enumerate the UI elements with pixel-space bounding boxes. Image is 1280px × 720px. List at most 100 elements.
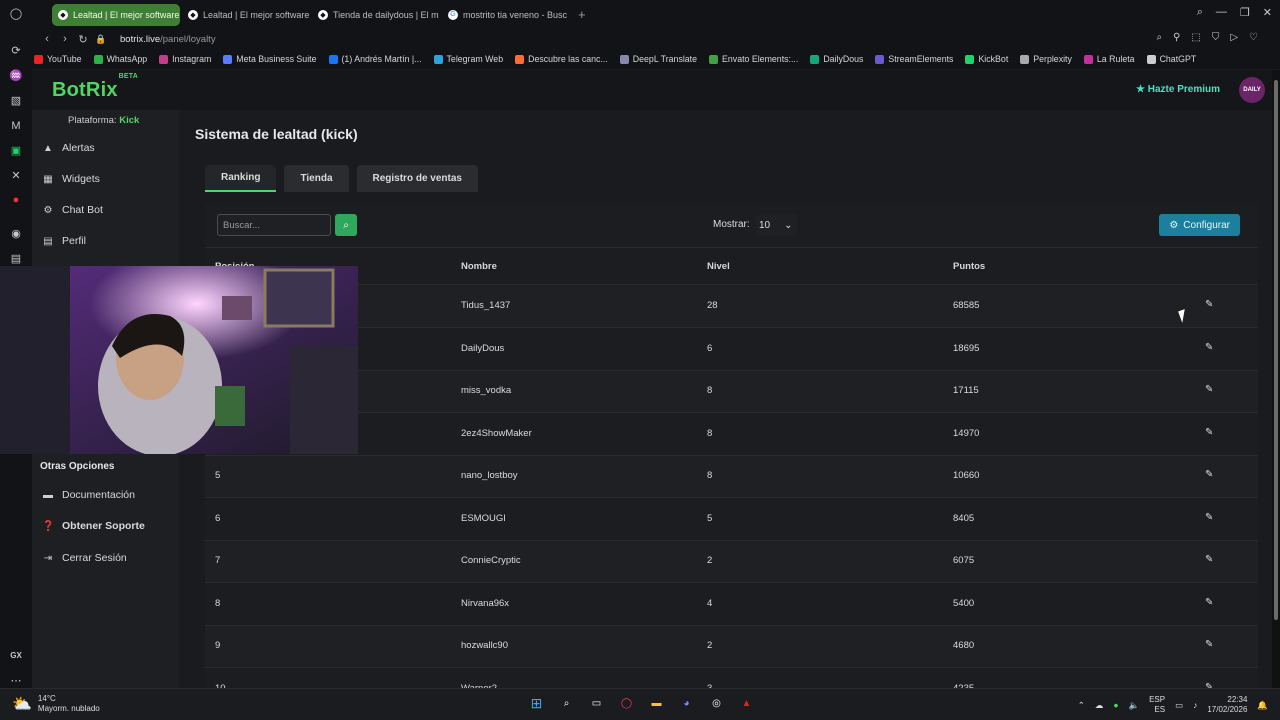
close-icon[interactable]: ✕: [1263, 6, 1272, 19]
pinboard-icon[interactable]: ▤: [8, 250, 24, 266]
cell-level: 6: [707, 342, 713, 354]
bookmark-item[interactable]: DeepL Translate: [619, 54, 697, 64]
bookmark-item[interactable]: YouTube: [34, 54, 82, 64]
avatar[interactable]: DAILY: [1239, 77, 1265, 103]
bookmark-item[interactable]: WhatsApp: [93, 54, 147, 64]
extension-icon[interactable]: ⚲: [1173, 32, 1180, 43]
clock[interactable]: 22:34 17/02/2026: [1207, 695, 1247, 715]
gx-corner-icon[interactable]: ▧: [8, 93, 24, 109]
browser-tab[interactable]: ◆ Lealtad | El mejor software: [52, 3, 180, 26]
edit-icon[interactable]: ✎: [1205, 597, 1213, 608]
app-red-icon[interactable]: ▲: [738, 695, 755, 712]
file-explorer-icon[interactable]: ▬: [648, 695, 665, 712]
configure-button[interactable]: ⚙ Configurar: [1159, 214, 1240, 236]
sidebar-item-cerrar-sesion[interactable]: ⇥ Cerrar Sesión: [42, 547, 127, 569]
discord-icon[interactable]: ◕: [678, 695, 695, 712]
url-field[interactable]: botrix.live/panel/loyalty: [120, 34, 216, 45]
notification-icon[interactable]: 🔔: [1257, 700, 1268, 711]
chevron-up-icon[interactable]: ⌃: [1078, 700, 1085, 711]
tab-tienda[interactable]: Tienda: [284, 165, 349, 192]
tab-ranking[interactable]: Ranking: [205, 165, 277, 192]
bookmark-item[interactable]: KickBot: [965, 54, 1008, 64]
edit-icon[interactable]: ✎: [1205, 427, 1213, 438]
edit-icon[interactable]: ✎: [1205, 639, 1213, 650]
bookmark-item[interactable]: (1) Andrés Martín |...: [328, 54, 422, 64]
reload-icon[interactable]: ↻: [74, 33, 92, 46]
shield-icon[interactable]: ⛉: [1212, 32, 1220, 43]
opera-logo-icon[interactable]: ◯: [8, 6, 24, 22]
sidebar-item-perfil[interactable]: ▤ Perfil: [42, 230, 86, 252]
bookmark-item[interactable]: ChatGPT: [1146, 54, 1196, 64]
page-size-select[interactable]: 10 ⌄: [756, 214, 798, 236]
edit-icon[interactable]: ✎: [1205, 342, 1213, 353]
browser-tab[interactable]: ◆ Tienda de dailydous | El m: [312, 4, 440, 26]
sidebar-item-alertas[interactable]: ▲ Alertas: [42, 137, 95, 159]
new-tab-button[interactable]: +: [578, 7, 586, 22]
heart-icon[interactable]: ♡: [1249, 32, 1258, 43]
snapshot-icon[interactable]: ⬚: [1191, 32, 1200, 43]
youtube-icon[interactable]: ●: [8, 192, 24, 208]
zoom-icon[interactable]: ⌕: [1156, 32, 1162, 43]
volume-icon[interactable]: ♪: [1193, 700, 1197, 710]
sidebar-item-widgets[interactable]: ▦ Widgets: [42, 168, 100, 190]
search-button[interactable]: ⌕: [335, 214, 357, 236]
search-input[interactable]: [217, 214, 331, 236]
mic-icon[interactable]: ●: [1113, 700, 1118, 710]
gx-bottom-icon[interactable]: GX: [8, 647, 24, 663]
bookmark-item[interactable]: Meta Business Suite: [223, 54, 317, 64]
tab-registro-ventas[interactable]: Registro de ventas: [356, 165, 478, 192]
forward-icon[interactable]: ›: [56, 33, 74, 45]
column-header[interactable]: Puntos: [953, 261, 985, 272]
player-icon[interactable]: ◉: [8, 225, 24, 241]
opera-gx-icon[interactable]: ◯: [618, 695, 635, 712]
minimize-icon[interactable]: —: [1216, 6, 1227, 19]
browser-tab[interactable]: ◆ Lealtad | El mejor software: [182, 4, 310, 26]
play-icon[interactable]: ▷: [1230, 32, 1238, 43]
speaker-icon[interactable]: 🔈: [1128, 700, 1139, 711]
edit-icon[interactable]: ✎: [1205, 512, 1213, 523]
bookmark-item[interactable]: Instagram: [159, 54, 211, 64]
search-tabs-icon[interactable]: ⌕: [1197, 6, 1203, 19]
column-header[interactable]: Nivel: [707, 261, 730, 272]
scrollbar-thumb[interactable]: [1274, 80, 1278, 620]
bookmark-item[interactable]: La Ruleta: [1083, 54, 1135, 64]
warning-icon: ▲: [43, 142, 53, 154]
page-scrollbar[interactable]: [1272, 70, 1280, 688]
url-host: botrix.live: [120, 33, 161, 45]
back-icon[interactable]: ‹: [38, 33, 56, 45]
edit-icon[interactable]: ✎: [1205, 469, 1213, 480]
task-view-icon[interactable]: ▭: [588, 695, 605, 712]
obs-icon[interactable]: ◎: [708, 695, 725, 712]
bookmark-item[interactable]: Descubre las canc...: [515, 54, 608, 64]
gx-control-icon[interactable]: ♒: [8, 68, 24, 84]
sidebar-item-documentacion[interactable]: ▬ Documentación: [42, 484, 135, 506]
twitch-icon[interactable]: ▣: [8, 143, 24, 159]
x-icon[interactable]: ✕: [8, 168, 24, 184]
bookmark-item[interactable]: StreamElements: [875, 54, 953, 64]
bookmark-label: Telegram Web: [446, 54, 504, 64]
table-row: 8 Nirvana96x 4 5400 ✎: [205, 584, 1258, 626]
sidebar-item-chat-bot[interactable]: ⚙ Chat Bot: [42, 199, 103, 221]
messenger-icon[interactable]: M: [8, 118, 24, 134]
cloud-icon[interactable]: ☁: [1095, 700, 1104, 711]
edit-icon[interactable]: ✎: [1205, 384, 1213, 395]
edit-icon[interactable]: ✎: [1205, 299, 1213, 310]
botrix-logo[interactable]: BotRixBETA: [52, 73, 138, 102]
language-indicator[interactable]: ESP ES: [1149, 695, 1165, 715]
bookmark-item[interactable]: DailyDous: [810, 54, 863, 64]
network-icon[interactable]: ▭: [1175, 700, 1183, 711]
edit-icon[interactable]: ✎: [1205, 554, 1213, 565]
maximize-icon[interactable]: ❐: [1240, 6, 1250, 19]
weather-widget[interactable]: ⛅ 14°C Mayorm. nublado: [12, 694, 100, 714]
bookmark-item[interactable]: Telegram Web: [433, 54, 504, 64]
bookmark-item[interactable]: Perplexity: [1020, 54, 1072, 64]
browser-tab[interactable]: Gmostrito tia veneno - Busc: [442, 4, 570, 26]
search-icon[interactable]: ⌕: [558, 695, 575, 712]
sidebar-item-soporte[interactable]: ❓ Obtener Soporte: [42, 515, 145, 537]
more-icon[interactable]: ⋯: [8, 672, 24, 688]
windows-start-icon[interactable]: ⊞: [528, 695, 545, 712]
speed-dial-icon[interactable]: ⟳: [8, 43, 24, 59]
column-header[interactable]: Nombre: [461, 261, 497, 272]
premium-link[interactable]: ★ Hazte Premium: [1136, 84, 1220, 95]
bookmark-item[interactable]: Envato Elements:...: [709, 54, 798, 64]
